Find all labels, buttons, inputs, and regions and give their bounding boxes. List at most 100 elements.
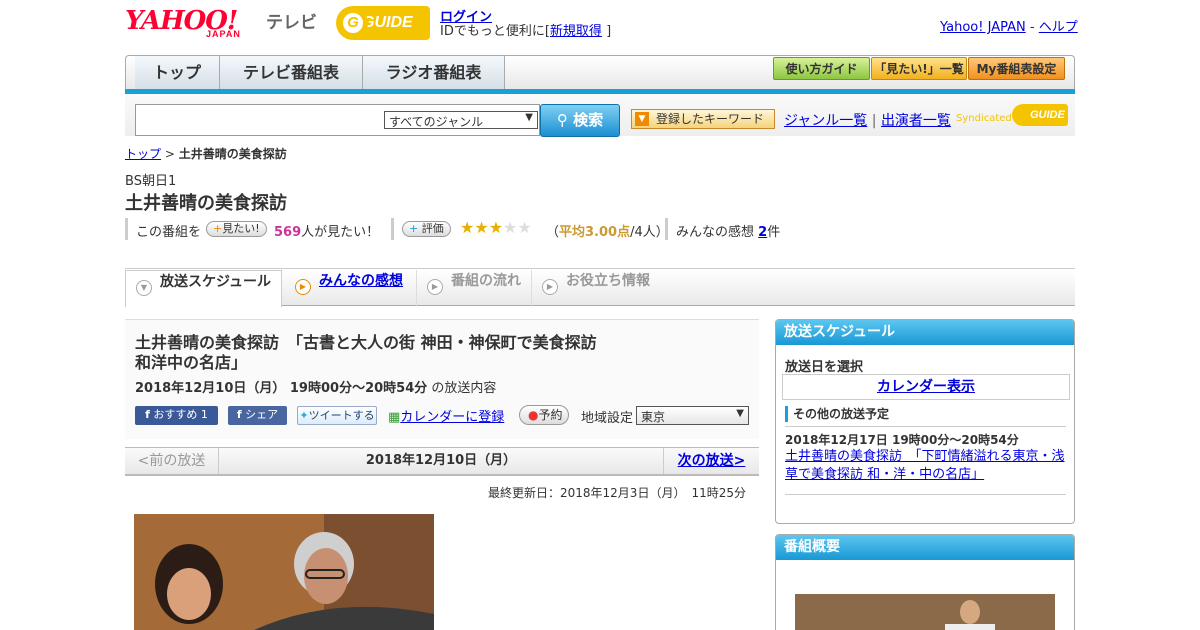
search-button-label: 検索 <box>573 111 604 129</box>
syndicated-label: Syndicated <box>956 113 1012 124</box>
facebook-recommend-button[interactable]: f おすすめ 1 <box>135 406 218 425</box>
star-filled-icon: ★ <box>460 218 475 237</box>
tab-program-flow-label: 番組の流れ <box>451 273 521 289</box>
calendar-register-link[interactable]: カレンダーに登録 <box>400 410 504 425</box>
calendar-icon: ▦ <box>388 410 401 425</box>
registered-keyword-button[interactable]: ▼ 登録したキーワード <box>631 109 775 129</box>
tab-broadcast-schedule[interactable]: ▼ 放送スケジュール <box>125 270 282 307</box>
tweet-button[interactable]: ✦ツイートする <box>297 406 377 425</box>
header-sep: - <box>1029 20 1035 35</box>
calendar-display-link[interactable]: カレンダー表示 <box>877 379 975 395</box>
g-letter-icon: G <box>338 8 368 38</box>
breadcrumb: トップ > 土井善晴の美食探訪 <box>125 145 287 162</box>
my-schedule-settings-button[interactable]: My番組表設定 <box>968 57 1065 80</box>
gguide-mini-logo: GUIDE <box>1012 104 1068 126</box>
region-select[interactable]: 東京 ▼ <box>636 406 749 425</box>
comments-count-link[interactable]: 2 <box>758 225 767 240</box>
rating-people: /4人） <box>630 225 669 240</box>
tab-useful-info-label: お役立ち情報 <box>566 273 650 289</box>
want-button-label: 見たい! <box>222 222 260 235</box>
breadcrumb-current: 土井善晴の美食探訪 <box>178 147 287 161</box>
breadcrumb-top-link[interactable]: トップ <box>125 147 161 161</box>
header-links: Yahoo! JAPAN - ヘルプ <box>940 16 1078 35</box>
nav-tab-radio-schedule[interactable]: ラジオ番組表 <box>363 56 505 92</box>
genre-select[interactable]: すべてのジャンル ▼ <box>384 111 538 129</box>
gguide-logo-text: GUIDE <box>362 14 413 31</box>
pager-current-date: 2018年12月10日（月） <box>365 453 517 468</box>
episode-pager: <前の放送 2018年12月10日（月） 次の放送> <box>125 447 759 476</box>
yahoo-japan-link[interactable]: Yahoo! JAPAN <box>940 20 1026 35</box>
want-count-text: 569人が見たい！ <box>274 221 379 240</box>
region-label: 地域設定 <box>581 411 634 426</box>
id-promo-prefix: IDでもっと便利に[ <box>440 24 550 39</box>
rating-open-paren: （ <box>546 225 560 240</box>
page-title: 土井善晴の美食探訪 <box>125 193 287 214</box>
star-empty-icon: ★ <box>517 218 532 237</box>
breadcrumb-sep: > <box>164 147 175 161</box>
play-arrow-icon: ▶ <box>542 279 558 295</box>
star-empty-icon: ★ <box>503 218 518 237</box>
next-broadcast-link[interactable]: 次の放送> <box>663 448 759 474</box>
other-broadcast-link[interactable]: 土井善晴の美食探訪 「下町情緒溢れる東京・浅草で美食探訪 和・洋・中の名店」 <box>785 448 1067 484</box>
episode-date-line: 2018年12月10日（月） 19時00分～20時54分 の放送内容 <box>135 377 496 396</box>
channel-name: BS朝日1 <box>125 174 177 189</box>
want-button[interactable]: +見たい! <box>206 221 267 237</box>
overview-photo <box>795 594 1055 630</box>
episode-photo-art <box>134 514 434 630</box>
episode-title: 土井善晴の美食探訪 「古書と大人の街 神田・神保町で美食探訪 和洋中の名店」 <box>135 333 613 372</box>
genre-select-value: すべてのジャンル <box>389 115 484 129</box>
genre-list-link[interactable]: ジャンル一覧 <box>784 113 867 129</box>
dropdown-arrow-icon: ▼ <box>525 112 533 123</box>
tab-comments[interactable]: ▶ みんなの感想 <box>285 270 415 306</box>
plus-icon: + <box>409 222 419 235</box>
tab-program-flow: ▶ 番組の流れ <box>416 270 531 306</box>
rating-average: 平均3.00点 <box>559 225 631 240</box>
region-select-value: 東京 <box>641 410 666 424</box>
search-icon: ⚲ <box>556 111 568 129</box>
comments-label: みんなの感想 <box>676 225 755 240</box>
rating-summary: （平均3.00点/4人） <box>546 221 669 240</box>
facebook-share-button[interactable]: f シェア <box>228 406 287 425</box>
sidebar-overview-header: 番組概要 <box>776 535 1074 560</box>
rating-stars: ★★★★★ <box>460 218 532 237</box>
cast-list-link[interactable]: 出演者一覧 <box>881 113 951 129</box>
overview-photo-art <box>795 594 1055 630</box>
want-list-button[interactable]: 「見たい!」一覧 <box>871 57 967 80</box>
tab-comments-label: みんなの感想 <box>319 273 403 289</box>
usage-guide-button[interactable]: 使い方ガイド <box>773 57 870 80</box>
sidebar-schedule-panel: 放送スケジュール 放送日を選択 カレンダー表示 その他の放送予定 2018年12… <box>775 319 1075 524</box>
episode-date: 2018年12月10日（月） 19時00分～20時54分 <box>135 381 428 396</box>
rate-button[interactable]: + 評価 <box>402 221 451 237</box>
gguide-logo[interactable]: G GUIDE <box>336 6 430 40</box>
episode-date-suffix: の放送内容 <box>431 381 497 396</box>
want-count: 569 <box>274 225 302 240</box>
reserve-button[interactable]: ●予約 <box>519 405 569 425</box>
fb-share-label: シェア <box>245 408 279 421</box>
sidebar-overview-panel: 番組概要 <box>775 534 1075 630</box>
tab-broadcast-schedule-label: 放送スケジュール <box>160 274 272 290</box>
rate-button-label: 評価 <box>421 222 444 235</box>
calendar-register[interactable]: ▦カレンダーに登録 <box>388 406 504 425</box>
help-link[interactable]: ヘルプ <box>1039 20 1078 35</box>
last-updated: 最終更新日：2018年12月3日（月） 11時25分 <box>488 486 746 500</box>
nav-tab-top[interactable]: トップ <box>135 56 220 92</box>
facebook-icon: f <box>145 408 150 421</box>
divider <box>125 268 1075 269</box>
comments-summary: みんなの感想 2件 <box>676 221 780 240</box>
other-schedule-header: その他の放送予定 <box>785 406 889 422</box>
comments-suffix: 件 <box>767 225 781 240</box>
play-arrow-icon: ▶ <box>295 279 311 295</box>
calendar-display-box: カレンダー表示 <box>782 374 1070 400</box>
want-suffix: 人が見たい！ <box>301 225 380 240</box>
content-tabs: ▼ 放送スケジュール ▶ みんなの感想 ▶ 番組の流れ ▶ お役立ち情報 <box>125 270 1075 307</box>
nav-tab-tv-schedule[interactable]: テレビ番組表 <box>220 56 363 92</box>
search-button[interactable]: ⚲ 検索 <box>540 104 620 137</box>
chevron-down-icon: ▼ <box>136 280 152 296</box>
yahoo-japan-sublogo: JAPAN <box>206 29 241 39</box>
want-prefix: この番組を <box>136 225 202 240</box>
signup-link[interactable]: 新規取得 <box>550 24 602 39</box>
tv-label[interactable]: テレビ <box>266 8 317 33</box>
program-stats: この番組を +見たい! 569人が見たい！ + 評価 ★★★★★ （平均3.00… <box>125 218 1075 242</box>
tweet-label: ツイートする <box>308 409 375 422</box>
star-filled-icon: ★ <box>474 218 489 237</box>
